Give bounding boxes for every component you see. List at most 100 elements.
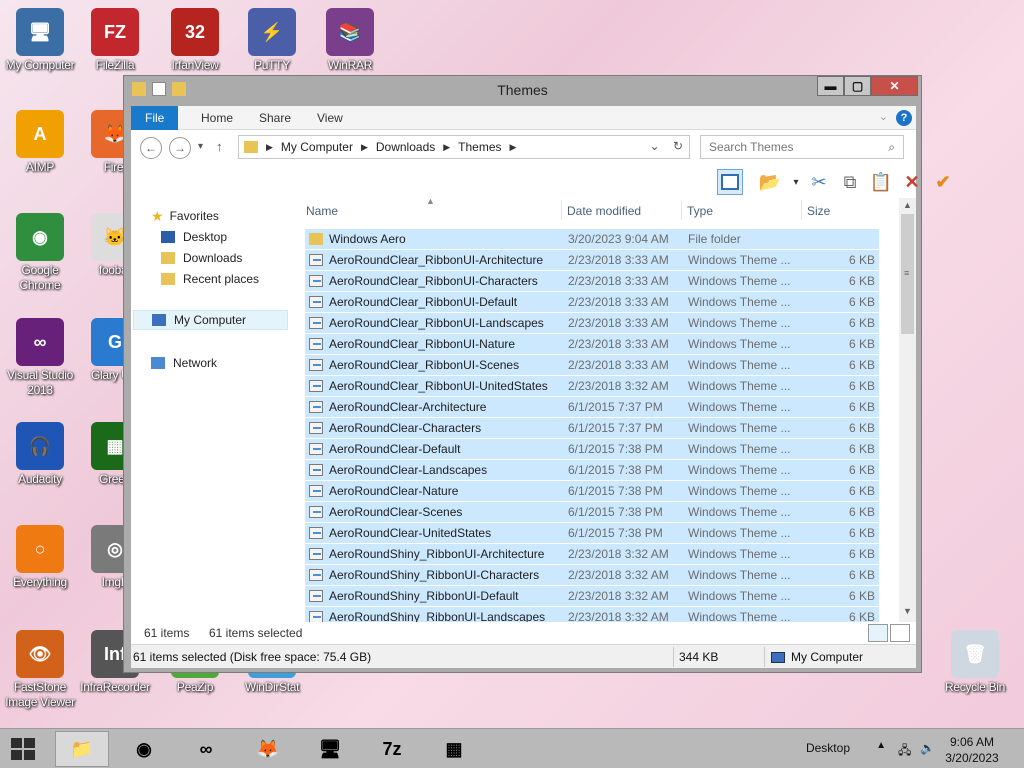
view-pane-icon[interactable] <box>717 169 743 195</box>
clock[interactable]: 9:06 AM 3/20/2023 <box>942 734 1002 766</box>
nav-favorites[interactable]: ★ Favorites <box>151 206 219 226</box>
desktop-icon-3[interactable]: ⚡ PuTTY <box>232 8 312 73</box>
file-row[interactable]: AeroRoundShiny_RibbonUI-Characters 2/23/2… <box>305 565 879 586</box>
file-row[interactable]: AeroRoundClear_RibbonUI-Characters 2/23/2… <box>305 271 879 292</box>
desktop-icon-15[interactable]: 👁 FastStone Image Viewer <box>0 630 80 710</box>
file-row[interactable]: AeroRoundClear_RibbonUI-UnitedStates 2/23… <box>305 376 879 397</box>
column-date-modified[interactable]: Date modified <box>567 204 641 218</box>
up-button[interactable]: ↑ <box>216 139 223 154</box>
minimize-button[interactable]: ▬ <box>817 76 844 96</box>
file-row[interactable]: AeroRoundShiny_RibbonUI-Architecture 2/23… <box>305 544 879 565</box>
desktop-icon-0[interactable]: 🖥 My Computer <box>0 8 80 73</box>
tab-share[interactable]: Share <box>245 106 305 130</box>
file-date: 6/1/2015 7:37 PM <box>568 421 663 435</box>
nav-downloads[interactable]: Downloads <box>161 248 242 268</box>
tab-view[interactable]: View <box>303 106 357 130</box>
search-input[interactable]: Search Themes ⌕ <box>700 135 904 159</box>
file-date: 6/1/2015 7:38 PM <box>568 442 663 456</box>
properties-folder-icon[interactable]: 📂 <box>757 169 783 195</box>
file-row[interactable]: AeroRoundClear_RibbonUI-Default 2/23/2018… <box>305 292 879 313</box>
window-title: Themes <box>497 82 548 98</box>
nav-network[interactable]: Network <box>151 353 217 373</box>
details-view-button[interactable] <box>868 624 888 642</box>
search-icon[interactable]: ⌕ <box>888 140 895 155</box>
desktop-icon-2[interactable]: 32 IrfanView <box>155 8 235 73</box>
title-bar[interactable]: Themes ▬ ▢ ✕ <box>124 76 921 104</box>
file-row[interactable]: AeroRoundClear_RibbonUI-Architecture 2/23… <box>305 250 879 271</box>
scroll-down-icon[interactable]: ▼ <box>899 606 916 620</box>
column-name[interactable]: Name <box>306 204 338 218</box>
nav-desktop[interactable]: Desktop <box>161 227 227 247</box>
navigation-bar: ← → ▾ ↑ ▶ My Computer ▶ Downloads ▶ Them… <box>131 130 916 166</box>
desktop-icon-label: Everything <box>13 575 67 589</box>
file-row[interactable]: Windows Aero 3/20/2023 9:04 AM File folder <box>305 229 879 250</box>
column-type[interactable]: Type <box>687 204 713 218</box>
file-row[interactable]: AeroRoundClear_RibbonUI-Landscapes 2/23/2… <box>305 313 879 334</box>
vertical-scrollbar[interactable]: ▲ ≡ ▼ <box>899 198 916 622</box>
taskbar-7zip[interactable]: 7z <box>365 731 419 767</box>
delete-icon[interactable]: ✕ <box>899 169 925 195</box>
paste-icon[interactable]: 📋 <box>868 169 894 195</box>
taskbar-computer[interactable]: 🖥 <box>303 731 357 767</box>
show-hidden-icons-icon[interactable]: ▲ <box>876 740 886 751</box>
file-row[interactable]: AeroRoundShiny_RibbonUI-Landscapes 2/23/2… <box>305 607 879 622</box>
taskbar-control-panel[interactable]: ▦ <box>427 731 481 767</box>
breadcrumb-themes[interactable]: Themes <box>458 140 501 154</box>
address-bar[interactable]: ▶ My Computer ▶ Downloads ▶ Themes ▶ ⌄ ↻ <box>238 135 690 159</box>
refresh-icon[interactable]: ↻ <box>673 139 683 153</box>
file-row[interactable]: AeroRoundClear-Characters 6/1/2015 7:37 P… <box>305 418 879 439</box>
desktop-icon-7[interactable]: ◉ Google Chrome <box>0 213 80 293</box>
file-row[interactable]: AeroRoundClear-Nature 6/1/2015 7:38 PM Win… <box>305 481 879 502</box>
start-button[interactable] <box>8 735 38 763</box>
file-row[interactable]: AeroRoundClear-Scenes 6/1/2015 7:38 PM Win… <box>305 502 879 523</box>
desktop-icon-1[interactable]: FZ FileZilla <box>75 8 155 73</box>
file-row[interactable]: AeroRoundShiny_RibbonUI-Default 2/23/2018… <box>305 586 879 607</box>
file-row[interactable]: AeroRoundClear-Landscapes 6/1/2015 7:38 P… <box>305 460 879 481</box>
help-icon[interactable]: ? <box>896 110 912 126</box>
file-row[interactable]: AeroRoundClear-Architecture 6/1/2015 7:37… <box>305 397 879 418</box>
taskbar-chrome[interactable]: ◉ <box>117 731 171 767</box>
check-icon[interactable]: ✔ <box>930 169 956 195</box>
maximize-button[interactable]: ▢ <box>844 76 871 96</box>
desktop-icon-9[interactable]: ∞ Visual Studio 2013 <box>0 318 80 398</box>
status-location: My Computer <box>791 650 864 664</box>
breadcrumb-my-computer[interactable]: My Computer <box>281 140 353 154</box>
tab-home[interactable]: Home <box>187 106 247 130</box>
expand-ribbon-icon[interactable]: ⌄ <box>879 110 888 123</box>
desktop-icon-5[interactable]: A AIMP <box>0 110 80 175</box>
theme-file-icon <box>309 590 323 602</box>
file-row[interactable]: AeroRoundClear-UnitedStates 6/1/2015 7:38… <box>305 523 879 544</box>
file-size: 6 KB <box>848 379 875 393</box>
desktop-icon-19[interactable]: 🗑 Recycle Bin <box>935 630 1015 695</box>
copy-icon[interactable]: ⧉ <box>837 169 863 195</box>
volume-icon[interactable]: 🔈 <box>920 741 935 755</box>
desktop-icon-4[interactable]: 📚 WinRAR <box>310 8 390 73</box>
network-tray-icon[interactable]: 🖧 <box>898 741 912 757</box>
file-size: 6 KB <box>848 316 875 330</box>
desktop-icon-11[interactable]: 🎧 Audacity <box>0 422 80 487</box>
cut-icon[interactable]: ✂ <box>806 169 832 195</box>
file-row[interactable]: AeroRoundClear-Default 6/1/2015 7:38 PM Wi… <box>305 439 879 460</box>
desktop-icon-13[interactable]: ○ Everything <box>0 525 80 590</box>
desktop-icon-label: WinRAR <box>327 58 373 72</box>
forward-button[interactable]: → <box>169 137 191 159</box>
nav-recent-places[interactable]: Recent places <box>161 269 259 289</box>
file-row[interactable]: AeroRoundClear_RibbonUI-Scenes 2/23/2018 … <box>305 355 879 376</box>
file-name: AeroRoundClear-Landscapes <box>329 463 488 477</box>
recent-locations-icon[interactable]: ▾ <box>198 141 203 152</box>
desktop-toolbar-label[interactable]: Desktop <box>806 741 850 755</box>
nav-my-computer[interactable]: My Computer <box>133 310 288 330</box>
column-size[interactable]: Size <box>807 204 830 218</box>
tab-file[interactable]: File <box>131 106 179 130</box>
taskbar-explorer[interactable]: 📁 <box>55 731 109 767</box>
nav-desktop-label: Desktop <box>183 230 228 244</box>
taskbar-firefox[interactable]: 🦊 <box>241 731 295 767</box>
back-button[interactable]: ← <box>140 137 162 159</box>
breadcrumb-downloads[interactable]: Downloads <box>376 140 435 154</box>
file-row[interactable]: AeroRoundClear_RibbonUI-Nature 2/23/2018 … <box>305 334 879 355</box>
large-icons-view-button[interactable] <box>890 624 910 642</box>
close-button[interactable]: ✕ <box>871 76 918 96</box>
scroll-up-icon[interactable]: ▲ <box>899 200 916 214</box>
address-dropdown-icon[interactable]: ⌄ <box>650 139 660 153</box>
taskbar-visual-studio[interactable]: ∞ <box>179 731 233 767</box>
